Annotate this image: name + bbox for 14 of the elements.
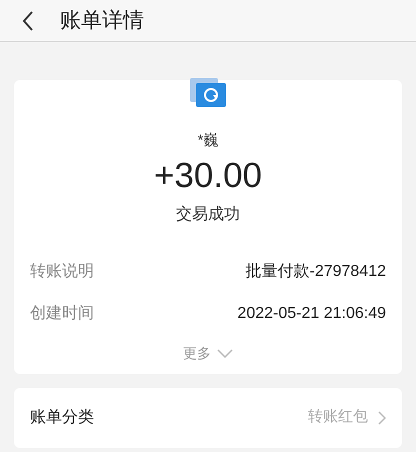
back-icon bbox=[22, 10, 34, 32]
chevron-right-icon bbox=[378, 410, 386, 424]
detail-label: 创建时间 bbox=[30, 304, 94, 324]
payer-name: *巍 bbox=[198, 131, 218, 151]
category-row[interactable]: 账单分类 转账红包 bbox=[14, 388, 402, 448]
page-title: 账单详情 bbox=[60, 8, 144, 34]
transaction-status: 交易成功 bbox=[176, 204, 240, 224]
detail-label: 转账说明 bbox=[30, 262, 94, 282]
detail-value: 2022-05-21 21:06:49 bbox=[237, 304, 386, 324]
detail-value: 批量付款-27978412 bbox=[245, 262, 386, 282]
category-label: 账单分类 bbox=[30, 408, 94, 428]
chevron-down-icon bbox=[217, 348, 233, 358]
category-value: 转账红包 bbox=[308, 407, 368, 428]
amount: +30.00 bbox=[154, 154, 262, 196]
